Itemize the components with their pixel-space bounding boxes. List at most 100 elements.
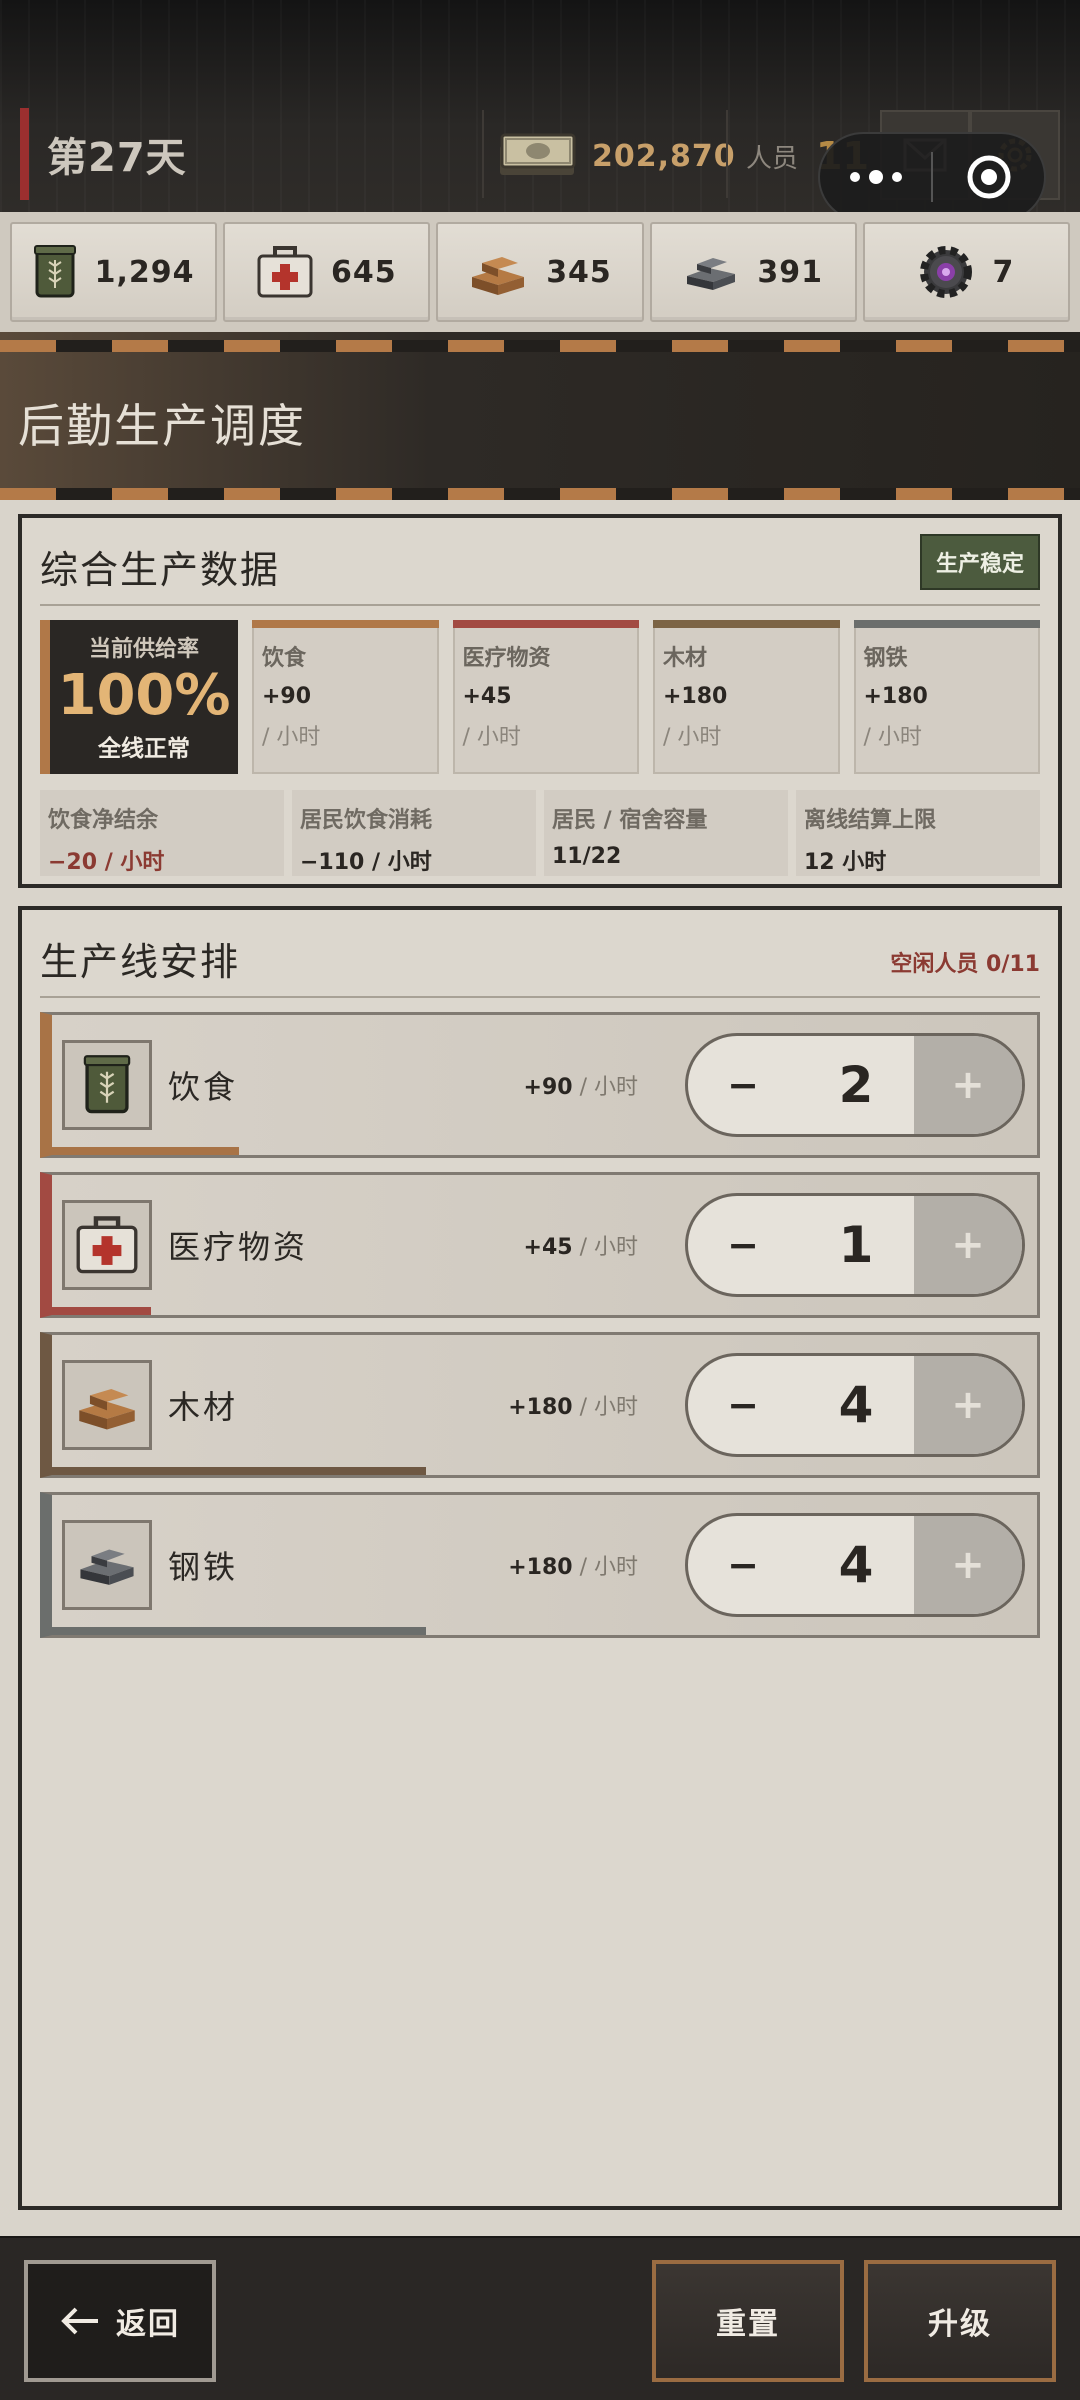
resource-core: 7: [862, 222, 1071, 322]
stat-value: +90: [262, 684, 312, 709]
stat-color-bar: [653, 620, 840, 628]
stat-wood: 木材 +180 / 小时: [653, 620, 840, 774]
wood-icon: [472, 257, 525, 295]
stat-color-bar: [452, 620, 639, 628]
arrow-left-icon: [61, 2307, 98, 2335]
banner-stripe-top: [0, 340, 1080, 352]
stat-value: +180: [863, 684, 928, 709]
supply-value: 100%: [57, 663, 231, 728]
line-progress-bar: [52, 1467, 427, 1475]
stat-name: 钢铁: [863, 646, 908, 671]
line-rate-unit: / 小时: [572, 1555, 638, 1580]
stat-name: 木材: [663, 646, 708, 671]
stat-medical: 医疗物资 +45 / 小时: [452, 620, 639, 774]
more-dots-icon: [849, 170, 902, 184]
summary-unit: 小时: [842, 850, 887, 875]
divider: [482, 110, 484, 198]
stat-color-bar: [853, 620, 1040, 628]
worker-stepper: − 2 +: [685, 1033, 1025, 1137]
gear-core-icon: [920, 246, 973, 298]
summary-value: −110 / 小时: [300, 844, 528, 876]
decrease-button[interactable]: −: [688, 1356, 798, 1454]
summary-value: 12 小时: [804, 844, 1032, 876]
summary-key: 离线结算上限: [804, 808, 937, 833]
target-close-icon: [967, 155, 1010, 199]
more-menu-button[interactable]: [820, 134, 931, 220]
line-rate: +45 / 小时: [468, 1229, 638, 1261]
worker-count: 2: [838, 1056, 874, 1114]
increase-button[interactable]: +: [914, 1196, 1022, 1294]
production-line-medical: 医疗物资 +45 / 小时 − 1 +: [40, 1172, 1040, 1318]
worker-count: 1: [838, 1216, 874, 1274]
upgrade-button[interactable]: 升级: [864, 2260, 1056, 2382]
line-thumbnail: [62, 1200, 152, 1290]
line-progress-bar: [52, 1627, 427, 1635]
increase-button[interactable]: +: [914, 1516, 1022, 1614]
line-rate-value: +180: [508, 1395, 573, 1420]
decrease-button[interactable]: −: [688, 1196, 798, 1294]
worker-count: 4: [838, 1536, 874, 1594]
line-thumbnail: [62, 1520, 152, 1610]
worker-count: 4: [838, 1376, 874, 1434]
steel-icon: [80, 1549, 134, 1585]
decrease-button[interactable]: −: [688, 1036, 798, 1134]
resource-food-value: 1,294: [94, 254, 195, 290]
medkit-icon: [76, 1216, 138, 1274]
money-display: 202,870: [498, 118, 736, 194]
stat-color-bar: [252, 620, 439, 628]
close-program-button[interactable]: [933, 134, 1044, 220]
cash-icon: [500, 133, 576, 175]
line-progress-bar: [52, 1147, 240, 1155]
line-name: 医疗物资: [168, 1228, 309, 1266]
supply-label: 当前供给率: [88, 637, 199, 662]
food-can-icon: [33, 245, 76, 298]
line-name: 饮食: [168, 1068, 239, 1106]
summary-row: 饮食净结余 −20 / 小时 居民饮食消耗 −110 / 小时 居民 / 宿舍容…: [40, 790, 1040, 876]
line-thumbnail: [62, 1360, 152, 1450]
stat-unit: / 小时: [462, 725, 521, 750]
food-can-icon: [83, 1055, 131, 1114]
resource-medical: 645: [223, 222, 431, 322]
medkit-icon: [257, 246, 313, 298]
stat-unit: / 小时: [262, 725, 321, 750]
line-rate-value: +45: [523, 1235, 573, 1260]
money-amount: 202,870: [592, 138, 736, 174]
line-thumbnail: [62, 1040, 152, 1130]
summary-offline-limit: 离线结算上限 12 小时: [796, 790, 1040, 876]
line-name: 钢铁: [168, 1548, 239, 1586]
day-counter: 第27天: [20, 108, 187, 200]
summary-number: −110: [300, 850, 365, 875]
production-panel: 生产线安排 空闲人员 0/11 饮食 +90 / 小时 − 2 + 医疗物资 +…: [18, 906, 1062, 2210]
summary-sep: /: [364, 850, 388, 875]
summary-key: 居民 / 宿舍容量: [552, 808, 708, 833]
decrease-button[interactable]: −: [688, 1516, 798, 1614]
line-rate: +180 / 小时: [468, 1549, 638, 1581]
banner-stripe-bottom: [0, 488, 1080, 500]
summary-value: 11/22: [552, 844, 780, 869]
increase-button[interactable]: +: [914, 1036, 1022, 1134]
line-rate-value: +90: [523, 1075, 573, 1100]
staff-label: 人员: [746, 143, 799, 174]
resource-medical-value: 645: [330, 254, 397, 290]
worker-stepper: − 4 +: [685, 1513, 1025, 1617]
resource-wood-value: 345: [546, 254, 612, 290]
stat-value: +180: [663, 684, 728, 709]
upgrade-label: 升级: [928, 2307, 992, 2342]
status-badge: 生产稳定: [919, 534, 1040, 590]
line-rate-value: +180: [508, 1555, 573, 1580]
line-rate-unit: / 小时: [572, 1075, 638, 1100]
summary-key: 饮食净结余: [48, 808, 159, 833]
resource-strip: 1,294 645 345 391 7: [0, 212, 1080, 332]
line-rate-unit: / 小时: [572, 1235, 638, 1260]
reset-button[interactable]: 重置: [652, 2260, 844, 2382]
line-progress-bar: [52, 1307, 151, 1315]
stat-unit: / 小时: [663, 725, 722, 750]
production-line-wood: 木材 +180 / 小时 − 4 +: [40, 1332, 1040, 1478]
resource-wood: 345: [436, 222, 644, 322]
summary-key: 居民饮食消耗: [300, 808, 433, 833]
summary-unit: 小时: [120, 850, 165, 875]
resource-food: 1,294: [10, 222, 218, 322]
back-button[interactable]: 返回: [24, 2260, 216, 2382]
increase-button[interactable]: +: [914, 1356, 1022, 1454]
idle-staff-count: 空闲人员 0/11: [890, 952, 1040, 977]
